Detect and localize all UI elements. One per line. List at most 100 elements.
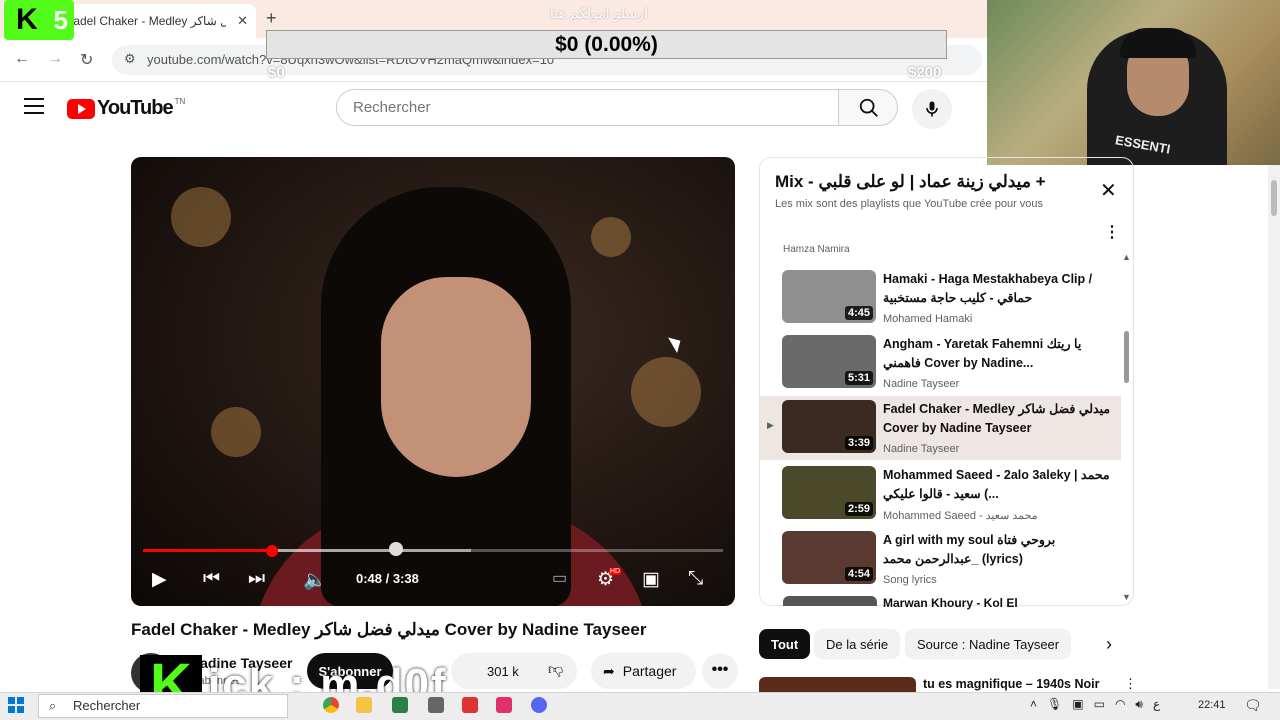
scrubber-handle[interactable] <box>266 545 278 557</box>
chevron-up-icon[interactable]: ˄ <box>1030 697 1037 712</box>
country-code: TN <box>174 97 186 106</box>
list-item-author[interactable]: Nadine Tayseer <box>883 378 959 390</box>
duration-badge: 4:45 <box>844 306 873 320</box>
battery-icon[interactable]: ▭ <box>1094 697 1105 712</box>
list-item-title[interactable]: Hamaki - Haga Mestakhabeya Clip / حماقي … <box>883 270 1113 308</box>
video-frame-face <box>381 277 531 477</box>
chip-source[interactable]: Source : Nadine Tayseer <box>905 629 1072 659</box>
list-item[interactable]: 2:59 Mohammed Saeed - 2alo 3aleky | محمد … <box>760 462 1121 526</box>
more-vert-icon[interactable]: ⋮ <box>1124 676 1137 692</box>
list-item-author[interactable]: Nadine Tayseer <box>883 443 959 455</box>
fullscreen-icon[interactable]: ⤡ <box>688 568 703 590</box>
windows-icon[interactable] <box>8 697 24 713</box>
new-tab-button[interactable]: + <box>266 8 277 29</box>
taskbar-search-placeholder: Rechercher <box>73 698 141 713</box>
list-item[interactable]: 5:31 Angham - Yaretak Fahemni يا ريتك فاه… <box>760 331 1121 395</box>
list-item[interactable]: 4:45 Hamaki - Haga Mestakhabeya Clip / حم… <box>760 266 1121 330</box>
more-vert-icon[interactable]: ⋮ <box>1104 222 1120 242</box>
chip-all[interactable]: Tout <box>759 629 811 659</box>
video-thumbnail[interactable]: 4:45 <box>782 270 876 323</box>
list-item-author[interactable]: Song lyrics <box>883 574 937 586</box>
tiktok-icon[interactable] <box>496 697 512 713</box>
tab-title: Fadel Chaker - Medley ميدلي فضل شاكر <box>66 14 226 28</box>
video-thumbnail[interactable]: 3:39 <box>782 400 876 453</box>
list-item-title[interactable]: A girl with my soul بروحي فتاة _عبدالرحم… <box>883 531 1113 569</box>
previous-icon[interactable]: ⏮ <box>203 568 220 590</box>
donation-amount: $0 (0.00%) <box>555 32 658 56</box>
share-button[interactable]: ➦ Partager <box>591 653 696 689</box>
scroll-up-icon[interactable]: ▲ <box>1122 252 1131 262</box>
viewer-count: 5 <box>53 5 68 35</box>
close-icon[interactable]: ✕ <box>1100 178 1117 203</box>
notifications-icon[interactable]: 🗨︎ <box>1244 697 1262 714</box>
volume-icon[interactable]: 🔊︎ <box>1135 697 1143 712</box>
kick-badge-letter: K <box>16 3 38 36</box>
video-thumbnail[interactable]: 4:54 <box>782 531 876 584</box>
list-item-author[interactable]: Mohammed Saeed - محمد سعيد <box>883 509 1038 522</box>
voice-search-button[interactable] <box>912 89 952 129</box>
forward-icon[interactable]: → <box>47 50 63 68</box>
scroll-down-icon[interactable]: ▼ <box>1122 592 1131 602</box>
logo-text: YouTube <box>97 97 174 119</box>
list-item-title[interactable]: Fadel Chaker - Medley ميدلي فضل شاكر Cov… <box>883 400 1113 438</box>
list-item-title[interactable]: Angham - Yaretak Fahemni يا ريتك فاهمني … <box>883 335 1113 373</box>
chrome-icon[interactable] <box>323 697 339 713</box>
back-icon[interactable]: ← <box>14 50 30 68</box>
system-tray: ˄ 🎙︎ ▣ ▭ ◠ 🔊︎ ع <box>1030 697 1160 712</box>
hd-badge: HD <box>609 568 622 575</box>
reload-icon[interactable]: ↻ <box>80 50 93 70</box>
chevron-right-icon[interactable]: › <box>1106 634 1112 655</box>
app-icon[interactable] <box>462 697 478 713</box>
share-icon: ➦ <box>603 662 615 679</box>
list-item-title[interactable]: Mohammed Saeed - 2alo 3aleky | محمد سعيد… <box>883 466 1113 504</box>
list-item-partial-thumb[interactable] <box>783 596 877 606</box>
search-icon <box>859 98 878 117</box>
taskbar-search[interactable]: ⌕ Rechercher <box>38 694 288 718</box>
next-video-title[interactable]: tu es magnifique – 1940s Noir <box>923 677 1099 691</box>
youtube-logo[interactable]: YouTube TN <box>67 97 185 120</box>
list-item[interactable]: ▶ 3:39 Fadel Chaker - Medley ميدلي فضل شاك… <box>760 396 1121 460</box>
clock[interactable]: 22:41 <box>1198 699 1226 711</box>
playlist-title[interactable]: Mix - ميدلي زينة عماد | لو على قلبي + <box>775 172 1085 192</box>
list-item-author[interactable]: Mohamed Hamaki <box>883 313 972 325</box>
list-item-partial-title[interactable]: Marwan Khoury - Kol El <box>883 596 1018 610</box>
time-display: 0:48 / 3:38 <box>356 571 419 586</box>
theater-icon[interactable]: ▣ <box>642 568 660 591</box>
list-item-partial-author: Hamza Namira <box>783 244 850 255</box>
wifi-icon[interactable]: ◠ <box>1115 697 1125 712</box>
more-actions-button[interactable]: ••• <box>702 653 738 689</box>
play-icon[interactable]: ▶ <box>152 568 167 591</box>
list-item[interactable]: 4:54 A girl with my soul بروحي فتاة _عبدا… <box>760 527 1121 591</box>
video-player[interactable] <box>131 157 735 606</box>
search-input[interactable]: Rechercher <box>336 89 839 126</box>
like-count: 301 k <box>487 663 519 679</box>
app-icon[interactable] <box>428 697 444 713</box>
video-thumbnail[interactable]: 5:31 <box>782 335 876 388</box>
thumbs-down-icon[interactable]: 👎︎ <box>548 661 563 679</box>
next-video-thumbnail[interactable] <box>759 677 916 692</box>
app-icon[interactable] <box>392 697 408 713</box>
search-icon: ⌕ <box>49 698 57 713</box>
progress-played <box>143 549 272 552</box>
like-button[interactable]: 301 k 👎︎ <box>451 653 577 689</box>
page-scrollbar[interactable] <box>1268 165 1280 689</box>
settings-icon[interactable]: ⚙ HD <box>597 568 622 591</box>
tab-close-icon[interactable]: ✕ <box>237 13 248 29</box>
next-icon[interactable]: ⏭ <box>248 568 265 590</box>
menu-icon[interactable] <box>24 98 44 116</box>
site-info-icon[interactable]: ⚙ <box>124 51 136 67</box>
share-label: Partager <box>622 663 677 679</box>
language-indicator[interactable]: ع <box>1153 697 1160 712</box>
camera-icon[interactable]: ▣ <box>1072 697 1083 712</box>
search-button[interactable] <box>838 89 898 126</box>
volume-icon[interactable]: 🔈 <box>303 568 327 592</box>
chip-series[interactable]: De la série <box>814 629 901 659</box>
file-explorer-icon[interactable] <box>356 697 372 713</box>
discord-icon[interactable] <box>531 697 547 713</box>
subtitles-icon[interactable]: ▭ <box>552 568 567 588</box>
mic-icon[interactable]: 🎙︎ <box>1047 697 1062 712</box>
playlist-scrollbar[interactable] <box>1124 331 1129 383</box>
video-thumbnail[interactable]: 2:59 <box>782 466 876 519</box>
donation-goal-bar: $0 (0.00%) <box>266 30 947 59</box>
mic-icon <box>926 101 938 117</box>
